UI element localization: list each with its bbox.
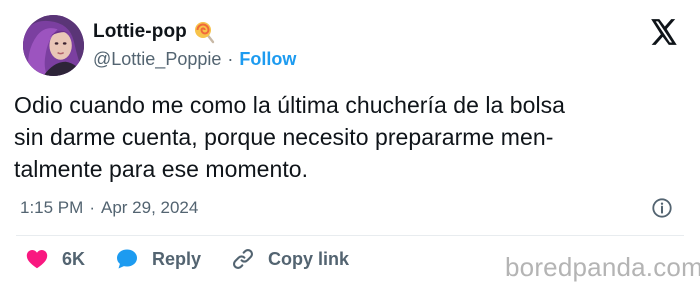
info-icon[interactable]	[651, 197, 673, 219]
reply-label: Reply	[152, 248, 202, 269]
tweet-text-line: Odio cuando me como la última chuchería …	[14, 92, 566, 118]
tweet-text: Odio cuando me como la última chuchería …	[14, 89, 686, 185]
divider	[16, 235, 684, 236]
like-count: 6K	[62, 248, 86, 269]
copy-link-label: Copy link	[268, 248, 350, 269]
author-handle[interactable]: @Lottie_Poppie	[93, 49, 221, 70]
tweet-text-line: talmente para ese momento.	[14, 156, 309, 182]
lollipop-icon	[193, 20, 217, 44]
separator-dot: ·	[227, 49, 234, 69]
tweet-date: Apr 29, 2024	[100, 198, 199, 217]
tweet-text-line: sin darme cuenta, porque necesito prepar…	[14, 124, 554, 150]
heart-icon	[26, 250, 48, 269]
separator-dot: ·	[89, 198, 95, 217]
action-bar: 6K Reply Copy link	[25, 247, 379, 271]
avatar[interactable]	[23, 15, 84, 76]
reply-button[interactable]: Reply	[115, 247, 201, 271]
author-name-row: Lottie-pop	[93, 20, 217, 44]
link-icon	[233, 248, 254, 270]
avatar-image	[23, 15, 84, 76]
like-button[interactable]: 6K	[25, 247, 85, 271]
follow-button[interactable]: Follow	[239, 49, 296, 70]
x-logo-icon[interactable]	[650, 19, 678, 45]
display-name[interactable]: Lottie-pop	[93, 21, 187, 43]
copy-link-button[interactable]: Copy link	[231, 247, 349, 271]
watermark: boredpanda.com	[505, 252, 700, 282]
handle-row: @Lottie_Poppie · Follow	[93, 49, 296, 70]
tweet-timestamp[interactable]: 1:15 PM · Apr 29, 2024	[20, 198, 198, 218]
tweet-time: 1:15 PM	[20, 198, 84, 217]
reply-bubble-icon	[117, 249, 138, 269]
